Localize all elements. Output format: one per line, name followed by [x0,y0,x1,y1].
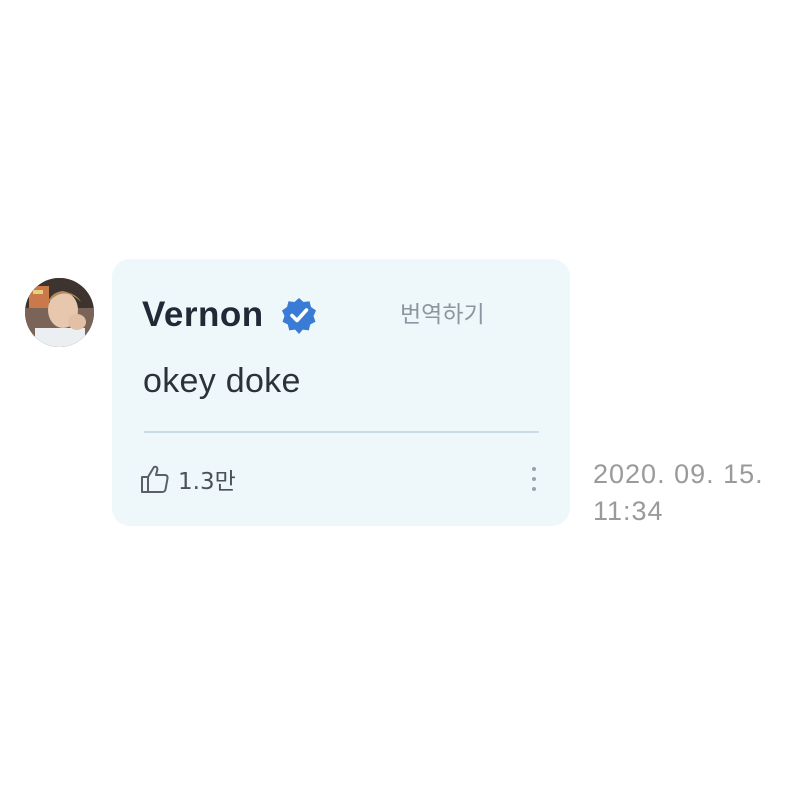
avatar-photo [25,278,94,347]
timestamp-date: 2020. 09. 15. [593,459,764,489]
verified-badge-icon [280,296,318,334]
like-count: 1.3만 [178,469,236,495]
more-vertical-icon[interactable] [528,467,540,497]
timestamp-time: 11:34 [593,496,664,526]
comment-bubble: Vernon 번역하기 okey doke 1.3만 [112,259,570,526]
timestamp: 2020. 09. 15. 11:34 [593,456,764,530]
avatar[interactable] [25,278,94,347]
translate-button[interactable]: 번역하기 [400,295,485,329]
author-name[interactable]: Vernon [142,295,264,335]
comment-header: Vernon [142,295,318,335]
like-button[interactable]: 1.3만 [138,462,236,496]
comment-text: okey doke [143,362,301,400]
divider [144,431,539,433]
thumbs-up-icon [138,462,172,496]
